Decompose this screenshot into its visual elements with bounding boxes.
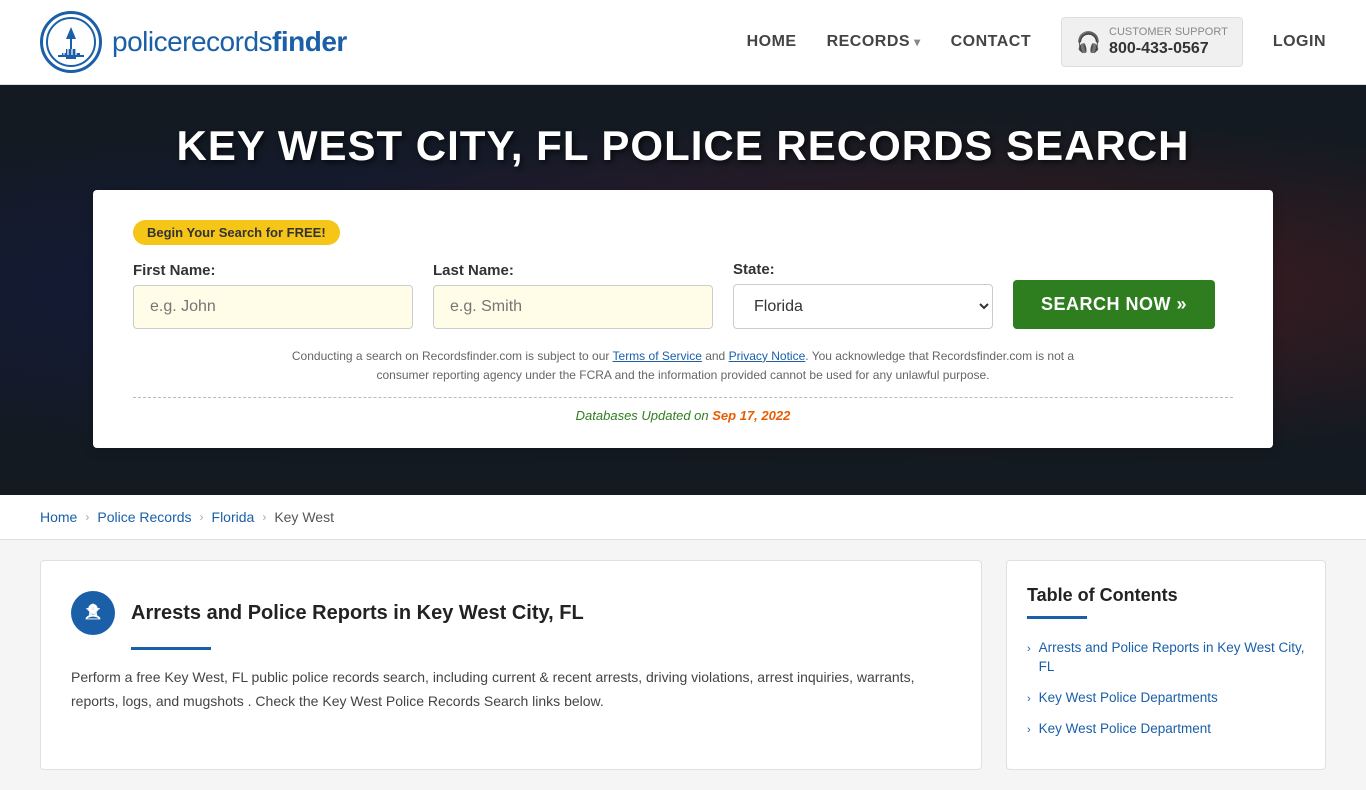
breadcrumb: Home › Police Records › Florida › Key We… [40, 509, 1326, 525]
nav-area: HOME RECORDS ▾ CONTACT 🎧 CUSTOMER SUPPOR… [747, 17, 1326, 66]
chevron-right-icon: › [1027, 723, 1031, 738]
badge-icon [71, 591, 115, 635]
article-panel: Arrests and Police Reports in Key West C… [40, 560, 982, 770]
separator-icon: › [85, 510, 89, 524]
first-name-group: First Name: [133, 262, 413, 329]
title-underline [131, 647, 211, 650]
nav-home[interactable]: HOME [747, 33, 797, 51]
support-label: CUSTOMER SUPPORT [1109, 26, 1228, 39]
terms-link[interactable]: Terms of Service [613, 349, 702, 363]
last-name-group: Last Name: [433, 262, 713, 329]
db-date: Sep 17, 2022 [712, 408, 790, 423]
privacy-link[interactable]: Privacy Notice [729, 349, 806, 363]
toc-divider [1027, 616, 1087, 619]
db-label: Databases Updated on [576, 408, 709, 423]
disclaimer-text: Conducting a search on Recordsfinder.com… [273, 347, 1093, 385]
login-button[interactable]: LOGIN [1273, 33, 1326, 51]
breadcrumb-home[interactable]: Home [40, 509, 77, 525]
nav-contact[interactable]: CONTACT [951, 33, 1032, 51]
customer-support-box: 🎧 CUSTOMER SUPPORT 800-433-0567 [1061, 17, 1243, 66]
form-row: First Name: Last Name: State: AlabamaAla… [133, 261, 1233, 329]
support-number: 800-433-0567 [1109, 40, 1228, 58]
article-header: Arrests and Police Reports in Key West C… [71, 591, 951, 635]
logo-normal: policerecords [112, 26, 272, 57]
state-select[interactable]: AlabamaAlaskaArizonaArkansasCaliforniaCo… [733, 284, 993, 329]
search-button[interactable]: SEARCH NOW » [1013, 280, 1215, 329]
nav-records[interactable]: RECORDS ▾ [827, 33, 921, 51]
breadcrumb-city: Key West [274, 509, 334, 525]
chevron-down-icon: ▾ [914, 35, 921, 49]
last-name-label: Last Name: [433, 262, 713, 279]
toc-panel: Table of Contents ›Arrests and Police Re… [1006, 560, 1326, 770]
logo-bold: finder [272, 26, 347, 57]
separator-icon-3: › [262, 510, 266, 524]
support-info: CUSTOMER SUPPORT 800-433-0567 [1109, 26, 1228, 57]
state-group: State: AlabamaAlaskaArizonaArkansasCalif… [733, 261, 993, 329]
toc-title: Table of Contents [1027, 585, 1305, 606]
main-content: Arrests and Police Reports in Key West C… [0, 540, 1366, 790]
logo-area: policerecordsfinder [40, 11, 347, 73]
headset-icon: 🎧 [1076, 30, 1101, 55]
toc-item[interactable]: ›Key West Police Departments [1027, 683, 1305, 714]
site-header: policerecordsfinder HOME RECORDS ▾ CONTA… [0, 0, 1366, 85]
free-badge: Begin Your Search for FREE! [133, 220, 340, 245]
chevron-right-icon: › [1027, 642, 1031, 657]
hero-section: KEY WEST CITY, FL POLICE RECORDS SEARCH … [0, 85, 1366, 495]
db-updated: Databases Updated on Sep 17, 2022 [133, 397, 1233, 423]
hero-title: KEY WEST CITY, FL POLICE RECORDS SEARCH [177, 122, 1190, 170]
last-name-input[interactable] [433, 285, 713, 329]
logo-icon [40, 11, 102, 73]
logo-text: policerecordsfinder [112, 26, 347, 58]
breadcrumb-state[interactable]: Florida [212, 509, 255, 525]
article-body: Perform a free Key West, FL public polic… [71, 666, 951, 714]
breadcrumb-bar: Home › Police Records › Florida › Key We… [0, 495, 1366, 540]
state-label: State: [733, 261, 993, 278]
first-name-input[interactable] [133, 285, 413, 329]
separator-icon-2: › [200, 510, 204, 524]
toc-list: ›Arrests and Police Reports in Key West … [1027, 633, 1305, 745]
first-name-label: First Name: [133, 262, 413, 279]
search-card: Begin Your Search for FREE! First Name: … [93, 190, 1273, 448]
nav-records-label: RECORDS [827, 33, 911, 51]
toc-item[interactable]: ›Key West Police Department [1027, 714, 1305, 745]
breadcrumb-police-records[interactable]: Police Records [97, 509, 191, 525]
chevron-right-icon: › [1027, 692, 1031, 707]
toc-item[interactable]: ›Arrests and Police Reports in Key West … [1027, 633, 1305, 683]
article-title: Arrests and Police Reports in Key West C… [131, 602, 584, 625]
